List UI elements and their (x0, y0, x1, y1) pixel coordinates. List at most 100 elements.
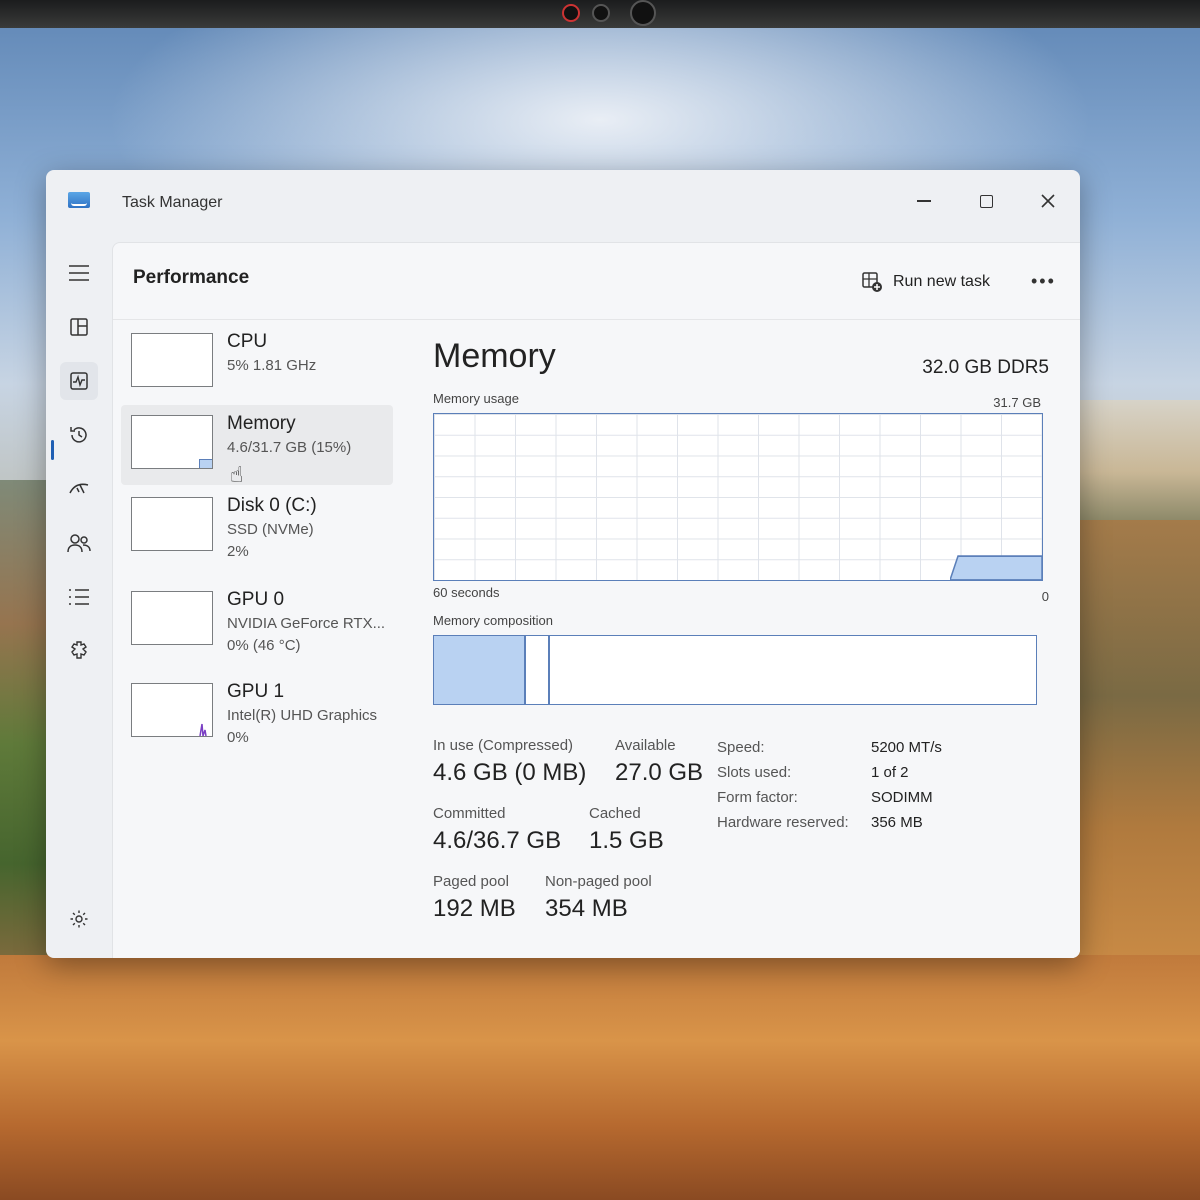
device-detail: SSD (NVMe) (227, 521, 314, 538)
camera-indicator-icon (562, 4, 580, 22)
gpu1-thumbnail-spike (199, 723, 207, 736)
minimize-button[interactable] (904, 184, 944, 218)
device-detail: 4.6/31.7 GB (15%) (227, 439, 352, 456)
non-paged-pool-label: Non-paged pool (545, 873, 652, 890)
services-icon (71, 641, 87, 659)
app-history-icon (70, 427, 87, 443)
committed-label: Committed (433, 805, 506, 822)
form-factor-value: SODIMM (871, 789, 933, 806)
users-icon (67, 534, 91, 553)
device-item-cpu[interactable]: CPU 5% 1.81 GHz (121, 323, 393, 403)
hamburger-menu-icon (69, 265, 89, 281)
device-name: GPU 1 (227, 681, 285, 702)
memory-thumbnail-fill (199, 459, 212, 468)
cached-value: 1.5 GB (589, 827, 664, 854)
memory-total-capacity: 32.0 GB DDR5 (922, 357, 1049, 378)
maximize-button[interactable] (966, 184, 1006, 218)
memory-usage-area (950, 555, 1042, 580)
slots-used-value: 1 of 2 (871, 764, 909, 781)
active-nav-indicator (51, 440, 54, 460)
camera-sensor-icon (592, 4, 610, 22)
close-icon (1041, 194, 1055, 208)
in-use-value: 4.6 GB (0 MB) (433, 759, 587, 786)
navigation-rail (46, 240, 112, 958)
memory-details: Memory 32.0 GB DDR5 Memory usage 31.7 GB… (431, 323, 1061, 958)
device-list: CPU 5% 1.81 GHz Memory 4.6/31.7 GB (15%)… (113, 323, 403, 958)
axis-min-label: 0 (1041, 589, 1049, 604)
composition-in-use-segment (434, 636, 527, 704)
cached-label: Cached (589, 805, 641, 822)
hamburger-menu-button[interactable] (60, 254, 98, 292)
non-paged-pool-value: 354 MB (545, 895, 628, 922)
device-detail: Intel(R) UHD Graphics (227, 707, 378, 724)
device-usage: 2% (227, 543, 249, 560)
device-name: CPU (227, 331, 268, 352)
performance-panel: Performance Run new task ••• CPU 5% 1.81… (112, 242, 1080, 958)
hardware-reserved-value: 356 MB (871, 814, 923, 831)
nav-services[interactable] (60, 632, 98, 670)
task-manager-window: Task Manager Performance Run new task ••… (46, 170, 1080, 958)
slots-used-label: Slots used: (717, 764, 792, 781)
device-item-gpu1[interactable]: GPU 1 Intel(R) UHD Graphics 0% (121, 673, 393, 753)
composition-modified-segment (524, 636, 551, 704)
memory-usage-label: Memory usage (433, 391, 519, 406)
device-detail: 5% 1.81 GHz (227, 357, 317, 374)
hardware-reserved-label: Hardware reserved: (717, 814, 849, 831)
wallpaper-cliff (1070, 520, 1200, 960)
task-manager-app-icon (68, 192, 90, 208)
title-bar[interactable]: Task Manager (46, 170, 1080, 240)
wallpaper-hill (0, 480, 52, 960)
disk-thumbnail-graph (131, 497, 213, 551)
device-item-memory[interactable]: Memory 4.6/31.7 GB (15%) (121, 405, 393, 485)
device-name: GPU 0 (227, 589, 285, 610)
nav-details[interactable] (60, 578, 98, 616)
committed-value: 4.6/36.7 GB (433, 827, 562, 854)
cpu-thumbnail-graph (131, 333, 213, 387)
maximize-icon (979, 194, 993, 208)
wallpaper-rocks (0, 955, 1200, 1200)
details-icon (69, 589, 89, 605)
device-item-disk0[interactable]: Disk 0 (C:) SSD (NVMe) 2% (121, 487, 393, 567)
performance-icon (70, 372, 88, 390)
run-new-task-button[interactable]: Run new task (861, 271, 990, 293)
camera-lens-icon (630, 0, 656, 26)
memory-usage-max: 31.7 GB (993, 395, 1041, 410)
available-value: 27.0 GB (615, 759, 704, 786)
nav-app-history[interactable] (60, 416, 98, 454)
device-item-gpu0[interactable]: GPU 0 NVIDIA GeForce RTX... 0% (46 °C) (121, 581, 393, 661)
device-usage: 0% (46 °C) (227, 637, 301, 654)
available-label: Available (615, 737, 676, 754)
device-name: Disk 0 (C:) (227, 495, 317, 516)
nav-startup-apps[interactable] (60, 470, 98, 508)
window-title: Task Manager (122, 194, 223, 211)
page-title: Performance (133, 267, 250, 288)
nav-users[interactable] (60, 524, 98, 562)
panel-header: Performance Run new task ••• (113, 243, 1080, 320)
form-factor-label: Form factor: (717, 789, 798, 806)
more-options-button[interactable]: ••• (1031, 271, 1056, 292)
run-new-task-icon (862, 272, 882, 292)
time-span-label: 60 seconds (433, 585, 500, 600)
nav-performance[interactable] (60, 362, 98, 400)
hand-cursor-icon: ☝ (230, 462, 244, 487)
device-name: Memory (227, 413, 296, 434)
minimize-icon (917, 200, 931, 202)
paged-pool-label: Paged pool (433, 873, 509, 890)
processes-icon (70, 318, 88, 336)
memory-heading: Memory (433, 337, 556, 375)
memory-usage-graph (433, 413, 1043, 581)
speed-label: Speed: (717, 739, 765, 756)
memory-composition-bar (433, 635, 1037, 705)
nav-processes[interactable] (60, 308, 98, 346)
laptop-bezel (0, 0, 1200, 28)
wallpaper-town (1076, 400, 1200, 520)
startup-apps-icon (69, 483, 89, 494)
settings-button[interactable] (60, 900, 98, 938)
gear-icon (70, 910, 88, 928)
gpu1-thumbnail-graph (131, 683, 213, 737)
close-button[interactable] (1028, 184, 1068, 218)
paged-pool-value: 192 MB (433, 895, 516, 922)
in-use-label: In use (Compressed) (433, 737, 574, 754)
memory-composition-label: Memory composition (433, 613, 553, 628)
run-new-task-label: Run new task (893, 273, 990, 290)
